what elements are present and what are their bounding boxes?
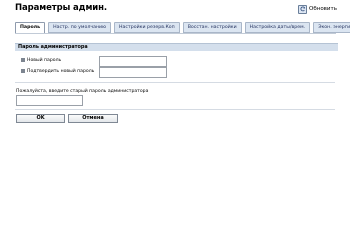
confirm-password-row: Подтвердить новый пароль [21,67,94,75]
tab-energy-saving[interactable]: Экон. энергии [313,22,350,33]
refresh-button[interactable]: Обновить [298,4,337,14]
tab-date-time-settings[interactable]: Настройка даты/врем. [244,22,311,33]
bullet-icon [21,69,25,73]
old-password-field[interactable] [16,95,83,106]
buttons-divider [15,109,335,110]
confirm-password-field[interactable] [99,67,167,78]
tabs-divider [15,33,336,34]
bullet-icon [21,58,25,62]
ok-button[interactable]: OK [16,114,65,123]
confirm-password-label: Подтвердить новый пароль [27,68,95,74]
tab-restore-settings[interactable]: Восстан. настройки [182,22,242,33]
settings-tabs: Пароль Настр. по умолчанию Настройки рез… [15,22,350,34]
refresh-icon [298,4,307,14]
old-password-prompt: Пожалуйста, введите старый пароль админи… [16,89,149,94]
admin-password-section-header: Пароль администратора [15,43,338,51]
page-title: Параметры админ. [15,3,108,13]
new-password-row: Новый пароль [21,56,61,64]
tab-backup-settings[interactable]: Настройки резерв.Коп [114,22,180,33]
cancel-button[interactable]: Отмена [68,114,118,123]
refresh-label: Обновить [309,6,337,12]
admin-settings-page: Параметры админ. Обновить Пароль Настр. … [0,0,350,241]
tab-default-settings[interactable]: Настр. по умолчанию [48,22,112,33]
new-password-field[interactable] [99,56,167,67]
section-divider [15,82,335,83]
new-password-label: Новый пароль [27,57,62,63]
